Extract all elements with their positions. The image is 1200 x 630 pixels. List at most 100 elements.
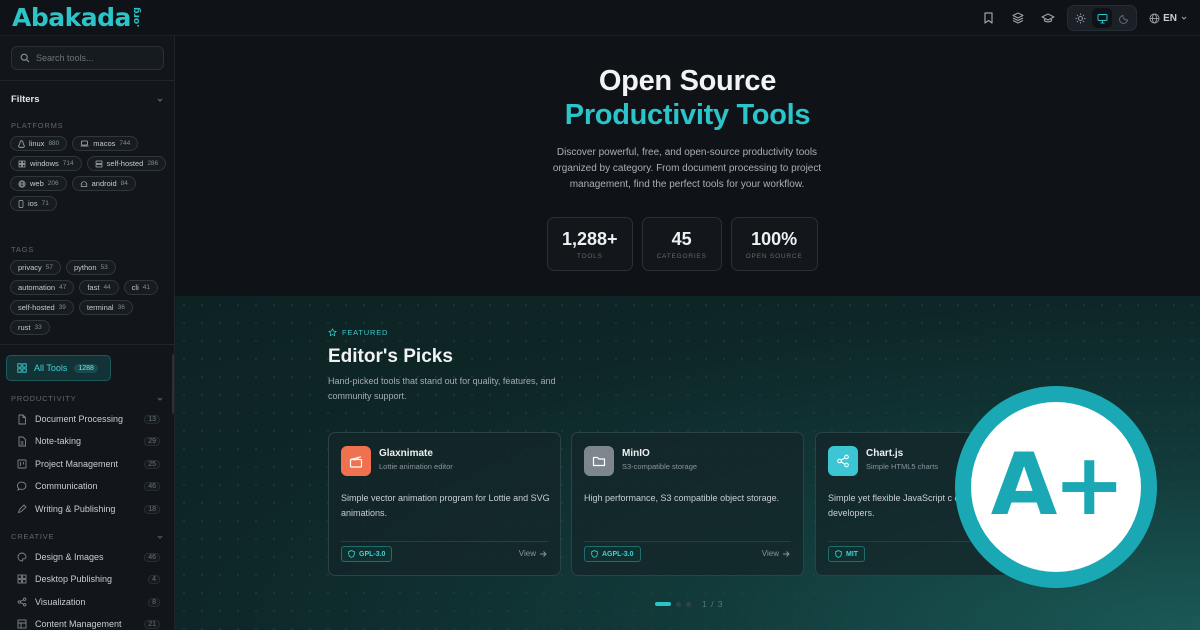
sun-icon[interactable] [1070,8,1090,28]
monitor-icon[interactable] [1092,8,1113,28]
sidebar: Filters PLATFORMS linux880 macos744 wind… [0,36,175,630]
tag-chip[interactable]: terminal 36 [78,300,133,315]
stat-tools: 1,288+ TOOLS [547,217,633,271]
filters-title: Filters [11,94,40,105]
search-input[interactable] [36,53,156,63]
clapperboard-icon [341,446,371,476]
productivity-label: PRODUCTIVITY [11,394,77,403]
creative-header[interactable]: CREATIVE [11,532,164,541]
stat-categories: 45 CATEGORIES [641,217,722,271]
language-selector[interactable]: EN [1145,13,1188,24]
chip-label: ios [28,199,38,208]
arrow-right-icon [783,550,790,557]
platform-chip[interactable]: windows 714 [10,156,82,171]
stat-label: TOOLS [576,252,603,260]
chip-label: rust [18,323,31,332]
platform-chip[interactable]: web 206 [10,176,67,191]
theme-switcher [1067,5,1138,31]
sidebar-item-visualization[interactable]: Visualization 8 [17,594,160,610]
all-tools-count: 1288 [74,363,98,373]
all-tools-button[interactable]: All Tools 1288 [6,355,111,381]
laptop-icon [80,140,89,147]
tag-chip[interactable]: cli 41 [123,280,158,295]
platform-chip[interactable]: android 84 [71,176,136,191]
chip-label: macos [93,139,116,148]
sidebar-item-design-images[interactable]: Design & Images 46 [17,549,160,565]
tag-chip[interactable]: privacy 57 [10,260,61,275]
platform-chip[interactable]: self-hosted 286 [86,156,167,171]
tag-chip[interactable]: automation 47 [10,280,75,295]
tool-description: Simple vector animation program for Lott… [341,493,550,518]
sidebar-item-label: Visualization [35,597,86,607]
chip-count: 206 [47,180,59,187]
stat-value: 45 [671,228,692,249]
tag-chip[interactable]: python 53 [66,260,116,275]
view-link[interactable]: View [519,549,547,558]
moon-icon[interactable] [1114,8,1134,28]
pager-dot[interactable] [676,601,681,607]
tool-card-minio[interactable]: MinIO S3-compatible storage High perform… [571,432,804,576]
all-tools-label: All Tools [34,363,68,373]
chat-bubble-icon [17,481,27,491]
chip-label: self-hosted [18,303,55,312]
shield-icon [835,550,842,558]
sidebar-item-content-management[interactable]: Content Management 21 [17,616,160,630]
platform-chip[interactable]: linux 880 [10,136,68,151]
tool-card-glaxnimate[interactable]: Glaxnimate Lottie animation editor Simpl… [328,432,561,576]
chip-count: 44 [103,284,111,291]
chip-label: cli [131,283,139,292]
license-badge: AGPL-3.0 [584,546,641,562]
tags-label: TAGS [11,245,35,254]
hero-description: Discover powerful, free, and open-source… [552,147,822,190]
share-nodes-icon [828,446,858,476]
view-link[interactable]: View [762,549,790,558]
search-icon [20,53,30,63]
layers-icon[interactable] [1007,7,1029,29]
sidebar-scrollbar[interactable] [172,354,174,414]
sidebar-item-label: Content Management [35,619,122,629]
grade-badge-text: A+ [990,435,1126,535]
hero-title-accent: Productivity Tools [564,99,811,131]
sidebar-item-writing-publishing[interactable]: Writing & Publishing 18 [17,501,160,517]
grade-badge-inner: A+ [971,402,1141,572]
search-box[interactable] [11,46,164,70]
view-label: View [518,549,536,558]
pager-dot[interactable] [686,601,691,607]
chip-label: windows [30,159,59,168]
chip-count: 84 [120,180,128,187]
arrow-right-icon [540,550,547,557]
platform-chip[interactable]: ios 71 [10,196,57,211]
sidebar-item-document-processing[interactable]: Document Processing 13 [17,411,160,427]
sidebar-item-desktop-publishing[interactable]: Desktop Publishing 4 [17,571,160,587]
graduation-cap-icon[interactable] [1037,7,1059,29]
pager-dot-active[interactable] [655,602,671,606]
creative-label: CREATIVE [11,532,55,541]
tag-chip[interactable]: rust 33 [10,320,50,335]
linux-icon [18,139,25,148]
chevron-down-icon [157,98,163,102]
logo-tld: .org [131,7,142,28]
platform-chip[interactable]: macos 744 [72,136,139,151]
sidebar-item-count: 46 [144,481,160,491]
chip-count: 41 [142,284,150,291]
logo-name: Abakada [12,3,131,32]
stat-label: OPEN SOURCE [745,252,803,260]
tag-chip[interactable]: fast 44 [79,280,119,295]
chevron-down-icon [1181,16,1187,20]
sidebar-item-note-taking[interactable]: Note-taking 29 [17,433,160,449]
sidebar-item-label: Design & Images [35,552,104,562]
chip-label: fast [87,283,100,292]
productivity-header[interactable]: PRODUCTIVITY [11,394,164,403]
featured-description: Hand-picked tools that stand out for qua… [328,376,556,401]
logo[interactable]: Abakada .org [12,3,142,33]
top-bar: Abakada .org EN [0,0,1200,36]
bookmark-icon[interactable] [977,7,999,29]
chip-label: self-hosted [106,159,144,168]
sidebar-item-project-management[interactable]: Project Management 25 [17,456,160,472]
tag-chip[interactable]: self-hosted 39 [10,300,74,315]
chip-label: web [30,179,44,188]
filters-header[interactable]: Filters [11,94,164,105]
sidebar-item-communication[interactable]: Communication 46 [17,478,160,494]
pen-icon [17,504,27,514]
shield-icon [591,550,598,558]
